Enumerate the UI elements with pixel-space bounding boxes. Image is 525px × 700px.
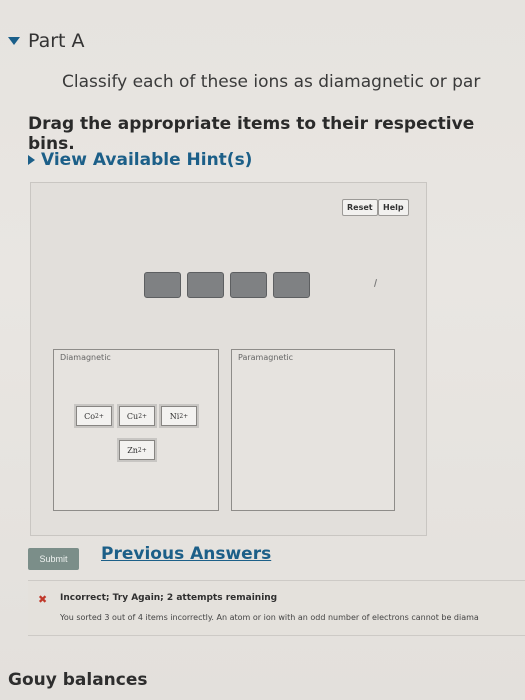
help-button[interactable]: Help: [378, 199, 409, 216]
ion-item-zn[interactable]: Zn 2+: [119, 440, 155, 460]
previous-answers-link[interactable]: Previous Answers: [101, 544, 271, 564]
ion-charge: 2+: [179, 412, 189, 420]
drag-drop-workspace: Reset Help Diamagnetic Co 2+ Cu 2+ Ni 2+ Zn…: [30, 182, 427, 536]
empty-slot[interactable]: [230, 272, 267, 298]
part-header[interactable]: Part A: [8, 30, 85, 52]
view-hints-link[interactable]: View Available Hint(s): [28, 150, 252, 170]
empty-slot-row: [144, 272, 310, 298]
empty-slot[interactable]: [187, 272, 224, 298]
caret-down-icon: [8, 37, 20, 45]
feedback-title: Incorrect; Try Again; 2 attempts remaini…: [60, 593, 278, 603]
question-text: Classify each of these ions as diamagnet…: [62, 72, 481, 92]
instruction-text: Drag the appropriate items to their resp…: [28, 114, 475, 154]
feedback-detail: You sorted 3 out of 4 items incorrectly.…: [60, 613, 479, 622]
bin-label: Paramagnetic: [238, 353, 294, 362]
ion-charge: 2+: [138, 412, 148, 420]
ion-symbol: Cu: [126, 411, 139, 421]
ion-charge: 2+: [95, 412, 104, 420]
next-section-title: Gouy balances: [8, 670, 148, 690]
mouse-cursor-icon: [373, 279, 378, 287]
ion-item-cu[interactable]: Cu 2+: [119, 406, 155, 426]
empty-slot[interactable]: [273, 272, 310, 298]
ion-item-ni[interactable]: Ni 2+: [161, 406, 197, 426]
ion-item-co[interactable]: Co 2+: [76, 406, 112, 426]
ion-symbol: Zn: [127, 445, 138, 455]
bin-diamagnetic[interactable]: Diamagnetic Co 2+ Cu 2+ Ni 2+ Zn 2+: [53, 349, 219, 511]
bin-label: Diamagnetic: [60, 353, 111, 362]
reset-button[interactable]: Reset: [342, 199, 378, 216]
empty-slot[interactable]: [144, 272, 181, 298]
x-icon: ✖: [38, 593, 48, 606]
ion-charge: 2+: [137, 446, 147, 454]
feedback-panel: ✖ Incorrect; Try Again; 2 attempts remai…: [28, 580, 525, 636]
ion-symbol: Ni: [169, 411, 180, 421]
caret-right-icon: [28, 155, 35, 165]
part-title: Part A: [28, 30, 85, 52]
ion-symbol: Co: [84, 411, 96, 421]
bin-paramagnetic[interactable]: Paramagnetic: [231, 349, 395, 511]
hint-label: View Available Hint(s): [41, 150, 253, 170]
submit-button[interactable]: Submit: [28, 548, 79, 570]
